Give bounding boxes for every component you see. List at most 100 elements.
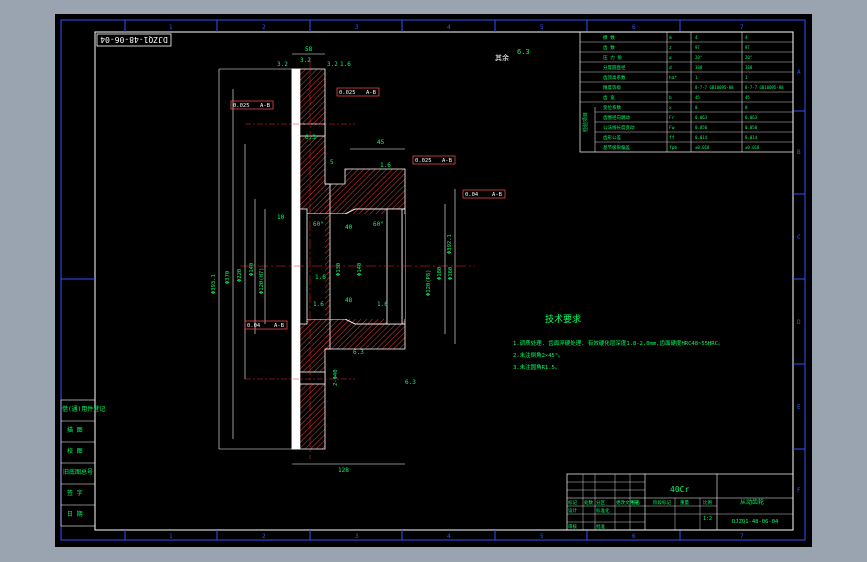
material-text: 40Cr — [670, 485, 689, 494]
gear-section — [240, 59, 475, 459]
svg-text:重量: 重量 — [680, 499, 689, 506]
svg-text:1: 1 — [169, 24, 173, 31]
svg-text:3: 3 — [355, 533, 359, 540]
drawing-no: DJZQ1-48-06-04 — [732, 519, 779, 525]
svg-text:1.6: 1.6 — [315, 274, 326, 281]
svg-text:6: 6 — [632, 24, 636, 31]
params-cell: 97 — [695, 45, 700, 50]
svg-text:A: A — [797, 69, 801, 76]
inner-border — [94, 31, 794, 531]
left-register-table: 借(通)用件登记 描 图 校 图 旧底图总号 签 字 日 期 — [60, 399, 105, 527]
svg-text:1: 1 — [169, 533, 173, 540]
zone-ticks — [61, 20, 805, 540]
part-name: 从动齿轮 — [740, 498, 764, 506]
roughness-prefix: 其余 — [495, 53, 509, 62]
svg-text:6.3: 6.3 — [353, 349, 364, 356]
params-cell: 0 — [745, 105, 748, 110]
params-cell: 齿形公差 — [603, 134, 621, 141]
params-cell: z — [669, 46, 672, 51]
svg-text:Φ120(H7): Φ120(H7) — [259, 268, 265, 295]
params-cell: 0.014 — [745, 135, 758, 140]
svg-text:日 期: 日 期 — [67, 510, 83, 518]
svg-text:Φ120(P8): Φ120(P8) — [426, 270, 432, 297]
drawing-code-rotated: DJZQ1-48-06-04 — [100, 35, 168, 44]
params-cell: 变位系数 — [603, 104, 621, 111]
params-cell: 0.050 — [695, 125, 708, 130]
params-cell: 4 — [745, 35, 748, 40]
svg-text:Φ160: Φ160 — [448, 267, 454, 280]
svg-text:40: 40 — [345, 224, 353, 231]
svg-text:0.04: 0.04 — [247, 323, 261, 329]
svg-text:5: 5 — [540, 533, 544, 540]
svg-text:借(通)用件登记: 借(通)用件登记 — [62, 405, 105, 413]
svg-text:0.025: 0.025 — [339, 90, 356, 96]
title-block: 40Cr 从动齿轮 DJZQ1-48-06-04 1:2 标记 处数 分区 更改… — [566, 473, 794, 531]
params-cell: 4 — [695, 35, 698, 40]
svg-text:3: 3 — [355, 24, 359, 31]
svg-text:128: 128 — [338, 467, 349, 474]
svg-text:1.6: 1.6 — [313, 301, 324, 308]
svg-text:签名: 签名 — [631, 499, 640, 506]
params-cell: 压 力 角 — [603, 54, 622, 61]
outer-border — [60, 19, 806, 541]
tech-req-line-2: 2.未注倒角2×45°。 — [513, 351, 564, 359]
params-cell: 模 数 — [603, 34, 615, 41]
params-cell: 公法线长度变动 — [603, 124, 635, 131]
svg-text:1.6: 1.6 — [377, 301, 388, 308]
params-cell: 0.063 — [745, 115, 758, 120]
svg-text:处数: 处数 — [584, 499, 593, 506]
tech-req-line-1: 1.调质处理, 齿面淬硬处理, 有效硬化层深度1.8-2.0mm,齿面硬度HRC… — [513, 339, 723, 347]
svg-text:6.3: 6.3 — [405, 379, 416, 386]
svg-text:1.6: 1.6 — [380, 162, 391, 169]
params-cell: ha* — [669, 75, 677, 81]
svg-text:B: B — [797, 149, 801, 156]
params-cell: d — [669, 65, 672, 71]
svg-text:7: 7 — [740, 533, 744, 540]
svg-text:比例: 比例 — [703, 499, 712, 506]
params-cell: 20° — [695, 55, 702, 60]
svg-text:4: 4 — [447, 533, 451, 540]
svg-text:旧底图总号: 旧底图总号 — [63, 468, 93, 476]
params-cell: 0.050 — [745, 125, 758, 130]
svg-text:7: 7 — [740, 24, 744, 31]
params-cell: 1 — [745, 75, 748, 80]
svg-text:Φ140: Φ140 — [249, 263, 255, 276]
params-cell: b — [669, 95, 672, 101]
svg-text:0.04: 0.04 — [465, 192, 479, 198]
params-table: 模 数 m 4 4 齿 数 z 97 97 压 力 角 α 20° 20° 分度圆直径 d 388 388 齿顶… — [579, 31, 794, 153]
svg-text:1.6: 1.6 — [340, 61, 351, 68]
params-cell: 45 — [695, 95, 700, 100]
params-cell: 齿顶高系数 — [603, 74, 626, 81]
svg-text:批准: 批准 — [596, 523, 605, 530]
tech-req-line-3: 3.未注圆角R1.5。 — [513, 363, 560, 371]
svg-text:A-B: A-B — [492, 192, 503, 198]
params-cell: 388 — [745, 65, 753, 70]
svg-text:Φ220: Φ220 — [237, 269, 243, 282]
cad-drawing-area: 1 2 3 4 5 6 7 1 2 3 4 5 6 7 A B C D E F DJZQ1-48-… — [55, 14, 812, 547]
svg-text:E: E — [797, 404, 801, 411]
svg-text:3.2: 3.2 — [327, 61, 338, 68]
svg-text:审核: 审核 — [568, 523, 577, 530]
params-cell: 齿 数 — [603, 44, 615, 51]
params-cell: ff — [669, 135, 675, 141]
svg-text:标记: 标记 — [568, 499, 577, 506]
svg-text:分区: 分区 — [596, 499, 605, 506]
svg-text:2: 2 — [262, 533, 266, 540]
params-cell: 388 — [695, 65, 703, 70]
params-cell: fpb — [669, 145, 677, 151]
svg-text:6.3: 6.3 — [305, 134, 316, 141]
params-cell: 97 — [745, 45, 750, 50]
params-cell: ±0.018 — [745, 145, 760, 150]
params-cell: x — [669, 106, 672, 111]
params-cell: 齿圈径向跳动 — [603, 114, 630, 121]
svg-text:A-B: A-B — [260, 103, 271, 109]
svg-text:60°: 60° — [313, 221, 324, 228]
params-cell: α — [669, 56, 672, 61]
svg-text:设计: 设计 — [568, 507, 577, 514]
svg-text:10: 10 — [277, 214, 285, 221]
tech-req-title: 技术要求 — [545, 313, 581, 325]
svg-text:60°: 60° — [373, 221, 384, 228]
params-cell: 齿 宽 — [603, 94, 615, 101]
roughness-value: 6.3 — [517, 48, 530, 56]
svg-text:2-Φ40: 2-Φ40 — [333, 369, 339, 386]
